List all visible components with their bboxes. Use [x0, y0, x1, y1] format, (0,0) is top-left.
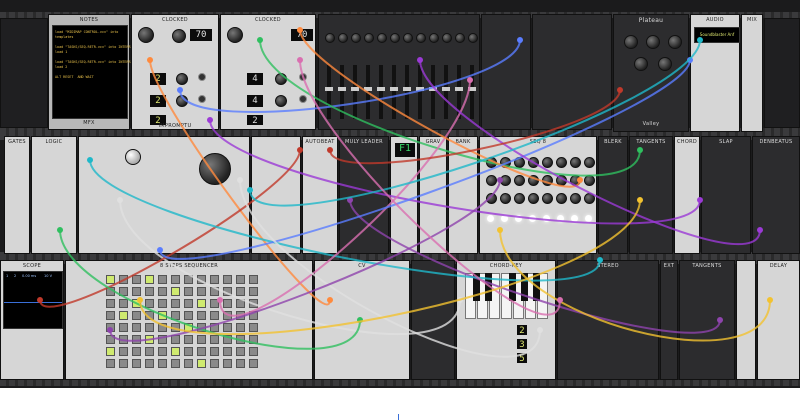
cable-plug[interactable]	[297, 147, 303, 153]
cable-plug[interactable]	[257, 37, 263, 43]
cable-plug[interactable]	[467, 77, 473, 83]
cable-plug[interactable]	[637, 197, 643, 203]
cable-plug[interactable]	[697, 197, 703, 203]
mouse-cursor	[398, 414, 399, 420]
cable-plug[interactable]	[497, 177, 503, 183]
patch-cable[interactable]	[119, 199, 461, 335]
cable-plug[interactable]	[697, 37, 703, 43]
cable-plug[interactable]	[137, 297, 143, 303]
cable-plug[interactable]	[117, 197, 123, 203]
cable-plug[interactable]	[417, 57, 423, 63]
cable-plug[interactable]	[537, 327, 543, 333]
patch-cables[interactable]	[0, 0, 800, 388]
cable-plug[interactable]	[157, 247, 163, 253]
cable-plug[interactable]	[717, 317, 723, 323]
cable-plug[interactable]	[557, 297, 563, 303]
cable-plug[interactable]	[297, 27, 303, 33]
patch-cable[interactable]	[209, 119, 701, 225]
cable-plug[interactable]	[87, 157, 93, 163]
cable-plug[interactable]	[637, 147, 643, 153]
cable-plug[interactable]	[617, 87, 623, 93]
cable-plug[interactable]	[597, 257, 603, 263]
cable-plug[interactable]	[237, 177, 243, 183]
cable-plug[interactable]	[247, 187, 253, 193]
patch-cable[interactable]	[299, 59, 561, 316]
patch-cable[interactable]	[299, 29, 581, 188]
patch-cable[interactable]	[179, 39, 521, 113]
cable-plug[interactable]	[327, 297, 333, 303]
cable-plug[interactable]	[37, 297, 43, 303]
cable-plug[interactable]	[327, 147, 333, 153]
cable-plug[interactable]	[497, 227, 503, 233]
cable-plug[interactable]	[107, 327, 113, 333]
cable-plug[interactable]	[297, 57, 303, 63]
cable-plug[interactable]	[207, 117, 213, 123]
patch-cable[interactable]	[39, 149, 301, 308]
cable-plug[interactable]	[177, 87, 183, 93]
cable-plug[interactable]	[767, 297, 773, 303]
patch-cable[interactable]	[499, 229, 771, 342]
cable-plug[interactable]	[217, 297, 223, 303]
cable-plug[interactable]	[57, 227, 63, 233]
cable-plug[interactable]	[517, 37, 523, 43]
cable-plug[interactable]	[147, 57, 153, 63]
cable-plug[interactable]	[757, 227, 763, 233]
cable-plug[interactable]	[577, 177, 583, 183]
rack-canvas[interactable]: NOTES load "MIDIMAP CONTROL.vcv" into te…	[0, 0, 800, 388]
